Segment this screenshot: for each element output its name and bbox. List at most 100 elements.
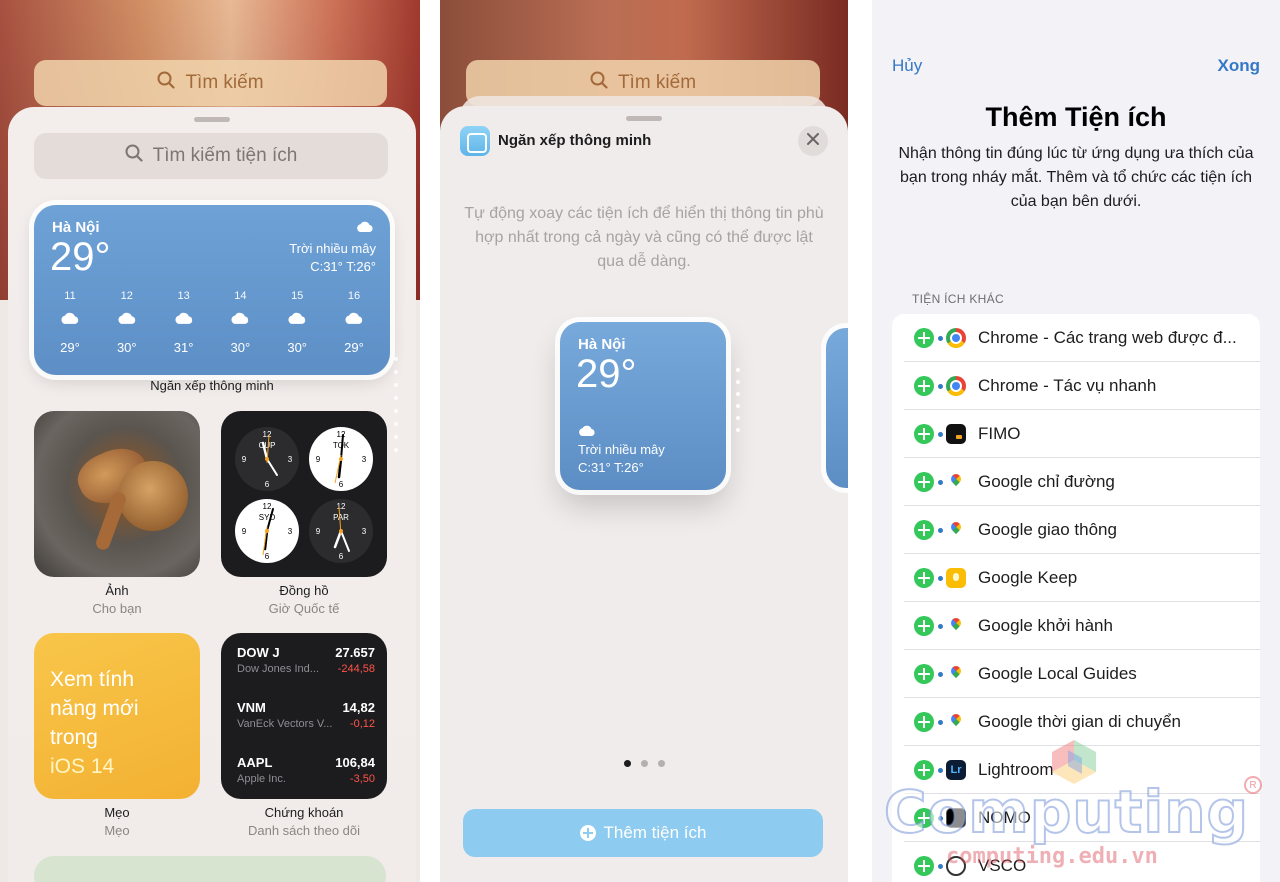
clock-widget[interactable]: 12 3 6 9 CUP 12 3 6 9 TOK 12 3 6 9 SYD 1… xyxy=(221,411,387,577)
cloud-icon xyxy=(60,312,80,330)
done-button[interactable]: Xong xyxy=(1218,56,1261,76)
page-dot[interactable] xyxy=(657,760,665,767)
list-item[interactable]: Chrome - Tác vụ nhanh xyxy=(892,362,1260,410)
list-item[interactable]: FIMO xyxy=(892,410,1260,458)
new-dot-icon xyxy=(938,720,943,725)
weather-temperature: 29° xyxy=(50,235,111,279)
search-icon xyxy=(125,144,143,168)
list-item-label: Lightroom xyxy=(978,760,1054,779)
hourly-forecast-item: 16 29° xyxy=(328,290,380,355)
tips-line-highlight: iOS 14 xyxy=(50,755,115,778)
list-item[interactable]: Chrome - Các trang web được đ... xyxy=(892,314,1260,362)
list-item[interactable]: Google khởi hành xyxy=(892,602,1260,650)
cloud-icon xyxy=(230,312,250,330)
list-item-label: NOMO xyxy=(978,808,1031,827)
chrome-icon xyxy=(946,328,966,348)
widget-search-placeholder: Tìm kiếm tiện ích xyxy=(152,145,298,166)
svg-text:6: 6 xyxy=(339,480,344,489)
widget-list: Chrome - Các trang web được đ... Chrome … xyxy=(892,314,1260,882)
smart-stack-sheet: Ngăn xếp thông minh Tự động xoay các tiệ… xyxy=(440,106,848,882)
clock-city-label: CUP xyxy=(259,441,276,450)
page-title: Thêm Tiện ích xyxy=(985,102,1167,132)
stock-symbol: AAPL xyxy=(237,755,273,770)
forecast-hour: 13 xyxy=(177,290,190,302)
list-item[interactable]: Google chỉ đường xyxy=(892,458,1260,506)
weather-high-low: C:31° T:26° xyxy=(310,259,376,274)
new-dot-icon xyxy=(938,336,943,341)
forecast-temp: 30° xyxy=(230,340,251,355)
list-item-label: Google giao thông xyxy=(978,520,1117,539)
search-icon xyxy=(157,71,176,95)
add-icon[interactable] xyxy=(914,472,934,492)
google-keep-icon xyxy=(946,568,966,588)
add-widget-button[interactable]: Thêm tiện ích xyxy=(463,809,823,857)
sheet-description: Tự động xoay các tiện ích để hiển thị th… xyxy=(464,205,824,270)
smart-stack-weather-widget[interactable]: Hà Nội 29° Trời nhiều mây C:31° T:26° 11… xyxy=(34,205,390,375)
add-icon[interactable] xyxy=(914,376,934,396)
list-item[interactable]: Google Keep xyxy=(892,554,1260,602)
svg-text:9: 9 xyxy=(242,455,247,464)
stocks-title: Chứng khoán xyxy=(264,805,344,820)
new-dot-icon xyxy=(938,864,943,869)
add-icon[interactable] xyxy=(914,808,934,828)
stock-row: AAPL Apple Inc. 106,84 -3,50 xyxy=(237,755,375,795)
google-maps-icon xyxy=(946,712,966,732)
stock-symbol: DOW J xyxy=(237,645,280,660)
cancel-button[interactable]: Hủy xyxy=(892,56,922,76)
home-search-bar[interactable]: Tìm kiếm xyxy=(34,60,387,106)
close-icon xyxy=(807,132,819,150)
svg-text:3: 3 xyxy=(288,527,293,536)
next-widget-partial[interactable] xyxy=(34,856,386,882)
list-item[interactable]: Google Local Guides xyxy=(892,650,1260,698)
add-icon[interactable] xyxy=(914,424,934,444)
add-icon[interactable] xyxy=(914,328,934,348)
photos-widget[interactable] xyxy=(34,411,200,577)
page-dot-active[interactable] xyxy=(623,760,631,767)
clock-face-cup: 12 3 6 9 CUP xyxy=(235,427,299,491)
clock-city-label: PAR xyxy=(333,513,349,522)
stock-symbol: VNM xyxy=(237,700,266,715)
list-item-label: Google chỉ đường xyxy=(978,472,1115,491)
tips-widget[interactable]: Xem tính năng mới trong iOS 14 xyxy=(34,633,200,799)
forecast-hour: 15 xyxy=(291,290,304,302)
add-icon[interactable] xyxy=(914,616,934,636)
widget-search-input[interactable]: Tìm kiếm tiện ích xyxy=(34,133,388,179)
page-dot[interactable] xyxy=(640,760,648,767)
hourly-forecast-item: 12 30° xyxy=(101,290,153,355)
list-item[interactable]: NOMO xyxy=(892,794,1260,842)
search-icon xyxy=(590,71,608,95)
sheet-grabber[interactable] xyxy=(194,117,230,122)
tips-line: Xem tính xyxy=(50,668,135,691)
svg-text:9: 9 xyxy=(316,455,321,464)
widget-caption: Ngăn xếp thông minh xyxy=(150,378,274,393)
list-item[interactable]: Google thời gian di chuyển xyxy=(892,698,1260,746)
add-icon[interactable] xyxy=(914,856,934,876)
add-icon[interactable] xyxy=(914,664,934,684)
list-item[interactable]: Lr Lightroom xyxy=(892,746,1260,794)
forecast-hour: 11 xyxy=(64,290,76,302)
page-control[interactable] xyxy=(440,760,848,767)
new-dot-icon xyxy=(938,768,943,773)
next-widget-preview[interactable] xyxy=(826,328,848,488)
list-item-label: Chrome - Tác vụ nhanh xyxy=(978,376,1157,395)
stock-name: Dow Jones Ind... xyxy=(237,663,319,675)
stock-price: 106,84 xyxy=(335,755,375,770)
add-icon[interactable] xyxy=(914,760,934,780)
clock-face-syd: 12 3 6 9 SYD xyxy=(235,499,299,563)
stocks-widget[interactable]: DOW J Dow Jones Ind... 27.657 -244,58 VN… xyxy=(221,633,387,799)
weather-widget-preview[interactable]: Hà Nội 29° Trời nhiều mây C:31° T:26° xyxy=(560,322,726,490)
list-item-label: Google khởi hành xyxy=(978,616,1113,635)
hourly-forecast-item: 13 31° xyxy=(158,290,210,355)
list-item[interactable]: Google giao thông xyxy=(892,506,1260,554)
clock-face-tok: 12369 TOK xyxy=(309,427,373,491)
google-maps-icon xyxy=(946,664,966,684)
close-button[interactable] xyxy=(798,126,828,156)
home-search-label: Tìm kiếm xyxy=(185,72,264,93)
add-icon[interactable] xyxy=(914,520,934,540)
add-icon[interactable] xyxy=(914,712,934,732)
clock-face-par: 12 3 6 9 PAR xyxy=(309,499,373,563)
list-item[interactable]: VSCO xyxy=(892,842,1260,882)
add-icon[interactable] xyxy=(914,568,934,588)
sheet-grabber[interactable] xyxy=(626,116,662,121)
svg-text:3: 3 xyxy=(362,455,367,464)
